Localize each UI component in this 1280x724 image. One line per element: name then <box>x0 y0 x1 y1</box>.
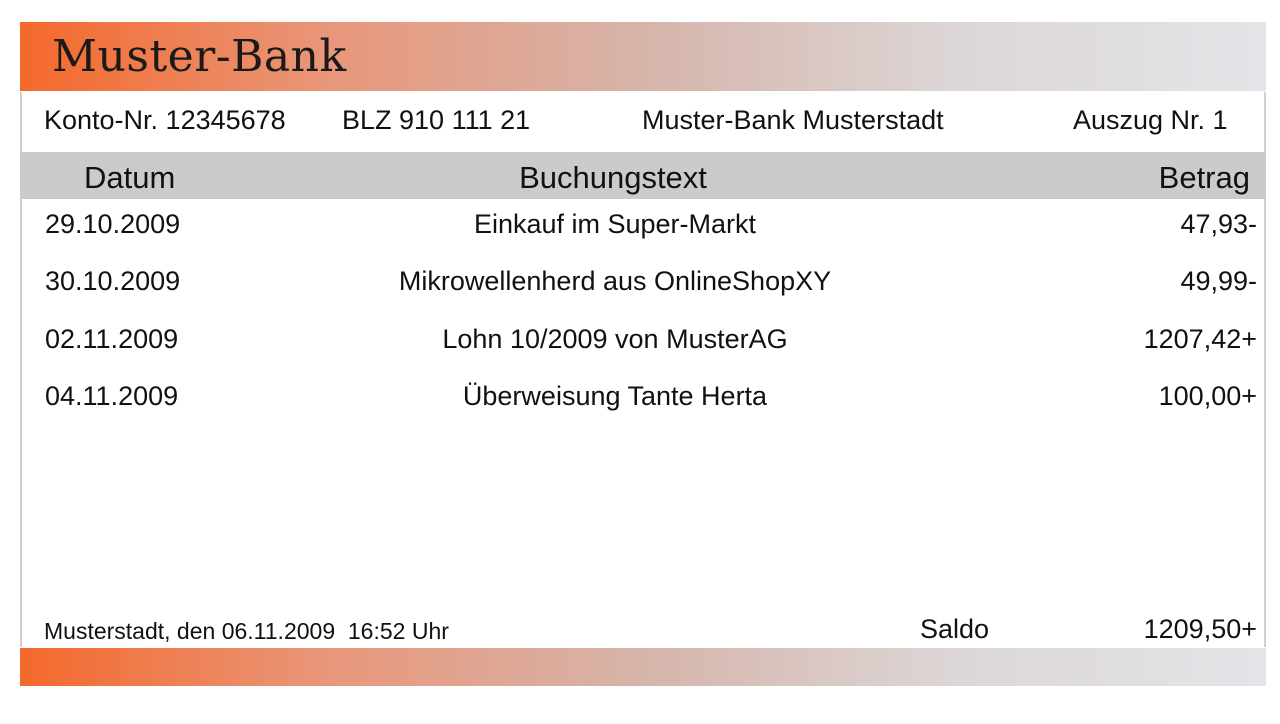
bank-name: Muster-Bank <box>52 31 347 82</box>
row-text: Einkauf im Super-Markt <box>473 209 757 239</box>
row-text: Überweisung Tante Herta <box>462 381 768 411</box>
row-date: 30.10.2009 <box>45 266 181 296</box>
table-row: 30.10.2009 Mikrowellenherd aus OnlineSho… <box>0 261 1280 301</box>
row-date: 29.10.2009 <box>45 209 181 239</box>
bank-code: BLZ 910 111 21 <box>342 105 531 135</box>
row-date: 04.11.2009 <box>45 381 179 411</box>
place-and-date: Musterstadt, den 06.11.2009 16:52 Uhr <box>44 618 449 644</box>
table-row: 29.10.2009 Einkauf im Super-Markt 47,93- <box>0 204 1280 244</box>
footer-banner <box>20 648 1266 686</box>
statement-number: Auszug Nr. 1 <box>1073 105 1228 135</box>
row-amount: 100,00+ <box>1158 381 1257 411</box>
column-header-date: Datum <box>84 160 176 195</box>
column-header-amount: Betrag <box>1158 160 1250 195</box>
balance-amount: 1209,50+ <box>1143 614 1257 644</box>
row-amount: 47,93- <box>1180 209 1257 239</box>
row-amount: 49,99- <box>1180 266 1257 296</box>
row-amount: 1207,42+ <box>1143 324 1257 354</box>
bank-location: Muster-Bank Musterstadt <box>642 105 944 135</box>
row-text: Mikrowellenherd aus OnlineShopXY <box>398 266 832 296</box>
account-number: Konto-Nr. 12345678 <box>44 105 286 135</box>
balance-label: Saldo <box>920 614 990 644</box>
row-date: 02.11.2009 <box>45 324 179 354</box>
column-header-text: Buchungstext <box>519 160 707 195</box>
table-row: 04.11.2009 Überweisung Tante Herta 100,0… <box>0 376 1280 416</box>
table-row: 02.11.2009 Lohn 10/2009 von MusterAG 120… <box>0 319 1280 359</box>
row-text: Lohn 10/2009 von MusterAG <box>442 324 788 354</box>
